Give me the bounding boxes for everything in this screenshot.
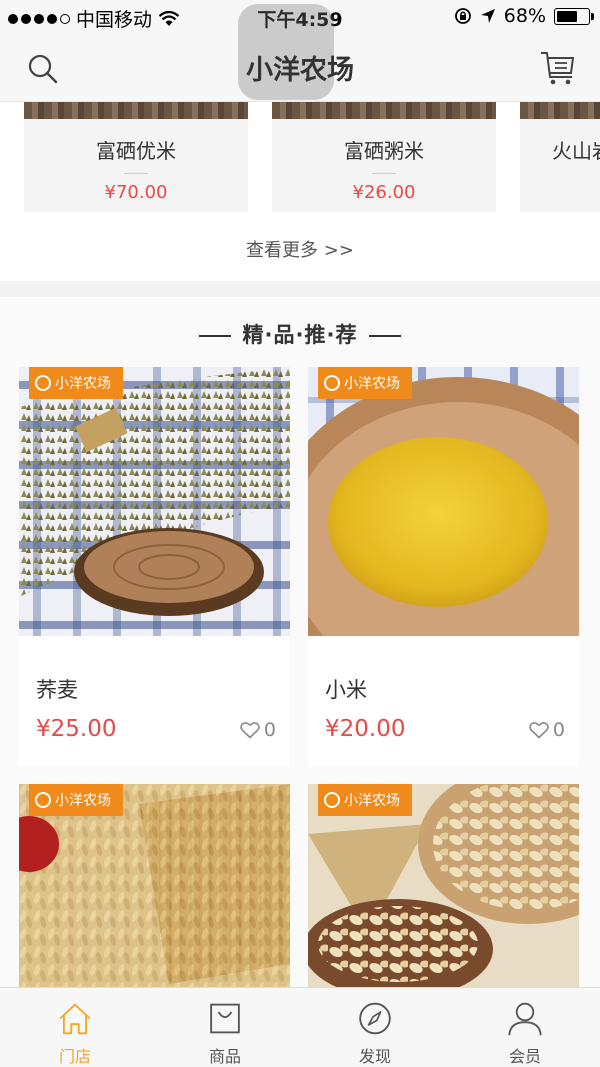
product-card[interactable]: 小洋农场 荞麦 ¥25.00 0 bbox=[19, 367, 290, 767]
product-name: 荞麦 bbox=[36, 678, 78, 702]
like-count: 0 bbox=[263, 719, 276, 741]
battery-percent: 68% bbox=[503, 5, 546, 27]
product-image bbox=[520, 102, 600, 119]
tab-discover[interactable]: 发现 bbox=[300, 988, 450, 1067]
section-title-text: 精·品·推·荐 bbox=[242, 323, 358, 347]
home-icon bbox=[59, 1003, 91, 1035]
section-title: 精·品·推·荐 bbox=[0, 319, 600, 349]
brand-badge: 小洋农场 bbox=[318, 367, 412, 399]
rotation-lock-icon bbox=[454, 8, 471, 24]
brand-logo-icon bbox=[324, 792, 340, 808]
millet-photo bbox=[308, 367, 579, 636]
bag-icon bbox=[210, 1003, 240, 1034]
brand-name: 小洋农场 bbox=[344, 376, 400, 392]
compass-icon bbox=[359, 1002, 391, 1035]
tab-label: 商品 bbox=[208, 1047, 241, 1066]
carousel-card-price: ¥70.00 bbox=[104, 182, 168, 203]
like-button[interactable]: 0 bbox=[240, 719, 276, 741]
tab-label: 发现 bbox=[358, 1047, 391, 1066]
tab-label: 门店 bbox=[58, 1047, 91, 1066]
battery-fill bbox=[557, 10, 578, 22]
brand-name: 小洋农场 bbox=[344, 793, 400, 809]
cart-icon[interactable] bbox=[538, 48, 578, 88]
status-right: 68% bbox=[454, 5, 594, 27]
tab-store[interactable]: 门店 bbox=[0, 988, 150, 1067]
carousel-card-price: ¥26.00 bbox=[352, 182, 416, 203]
product-image-millet: 小洋农场 bbox=[308, 367, 579, 636]
page-title: 小洋农场 bbox=[246, 55, 354, 86]
product-name: 小米 bbox=[325, 678, 367, 702]
brand-name: 小洋农场 bbox=[55, 376, 111, 392]
carousel-card-name: 富硒优米 bbox=[96, 139, 176, 163]
tab-label: 会员 bbox=[508, 1047, 541, 1066]
brand-badge: 小洋农场 bbox=[318, 784, 412, 816]
see-more-link[interactable]: 查看更多 >> bbox=[0, 236, 600, 262]
heart-icon bbox=[529, 722, 549, 739]
nav-bar: 小洋农场 bbox=[0, 4, 600, 102]
product-carousel[interactable]: 富硒优米 ¥70.00 富硒粥米 ¥26.00 火山岩 查看更多 >> bbox=[0, 102, 600, 281]
heart-icon bbox=[240, 722, 260, 739]
carousel-card[interactable]: 火山岩 bbox=[520, 102, 600, 212]
carousel-card-name: 富硒粥米 bbox=[344, 139, 424, 163]
recommend-section: 精·品·推·荐 小洋农场 荞麦 ¥25.00 0 小洋农场 小米 ¥20.00 … bbox=[0, 297, 600, 997]
user-icon bbox=[508, 1002, 542, 1036]
brand-logo-icon bbox=[35, 792, 51, 808]
divider bbox=[124, 173, 148, 174]
product-price: ¥25.00 bbox=[36, 716, 117, 742]
brand-badge: 小洋农场 bbox=[29, 367, 123, 399]
tab-member[interactable]: 会员 bbox=[450, 988, 600, 1067]
brand-logo-icon bbox=[35, 375, 51, 391]
brand-badge: 小洋农场 bbox=[29, 784, 123, 816]
like-button[interactable]: 0 bbox=[529, 719, 565, 741]
carousel-card[interactable]: 富硒粥米 ¥26.00 bbox=[272, 102, 496, 212]
buckwheat-photo bbox=[19, 367, 290, 636]
title-dash-right bbox=[369, 335, 402, 337]
product-price: ¥20.00 bbox=[325, 716, 406, 742]
carousel-card-name: 火山岩 bbox=[552, 139, 600, 163]
product-card[interactable]: 小洋农场 bbox=[19, 784, 290, 994]
product-image-buckwheat: 小洋农场 bbox=[19, 367, 290, 636]
title-dash-left bbox=[198, 335, 231, 337]
product-image bbox=[272, 102, 496, 119]
carousel-card[interactable]: 富硒优米 ¥70.00 bbox=[24, 102, 248, 212]
product-image-oat-grain: 小洋农场 bbox=[19, 784, 290, 994]
tab-bar: 门店 商品 发现 会员 bbox=[0, 987, 600, 1067]
product-image-oat-flakes: 小洋农场 bbox=[308, 784, 579, 994]
like-count: 0 bbox=[552, 719, 565, 741]
product-card[interactable]: 小洋农场 小米 ¥20.00 0 bbox=[308, 367, 579, 767]
product-image bbox=[24, 102, 248, 119]
product-card[interactable]: 小洋农场 bbox=[308, 784, 579, 994]
battery-icon bbox=[554, 7, 594, 25]
tab-products[interactable]: 商品 bbox=[150, 988, 300, 1067]
location-icon bbox=[480, 9, 495, 23]
brand-logo-icon bbox=[324, 375, 340, 391]
brand-name: 小洋农场 bbox=[55, 793, 111, 809]
divider bbox=[372, 173, 396, 174]
